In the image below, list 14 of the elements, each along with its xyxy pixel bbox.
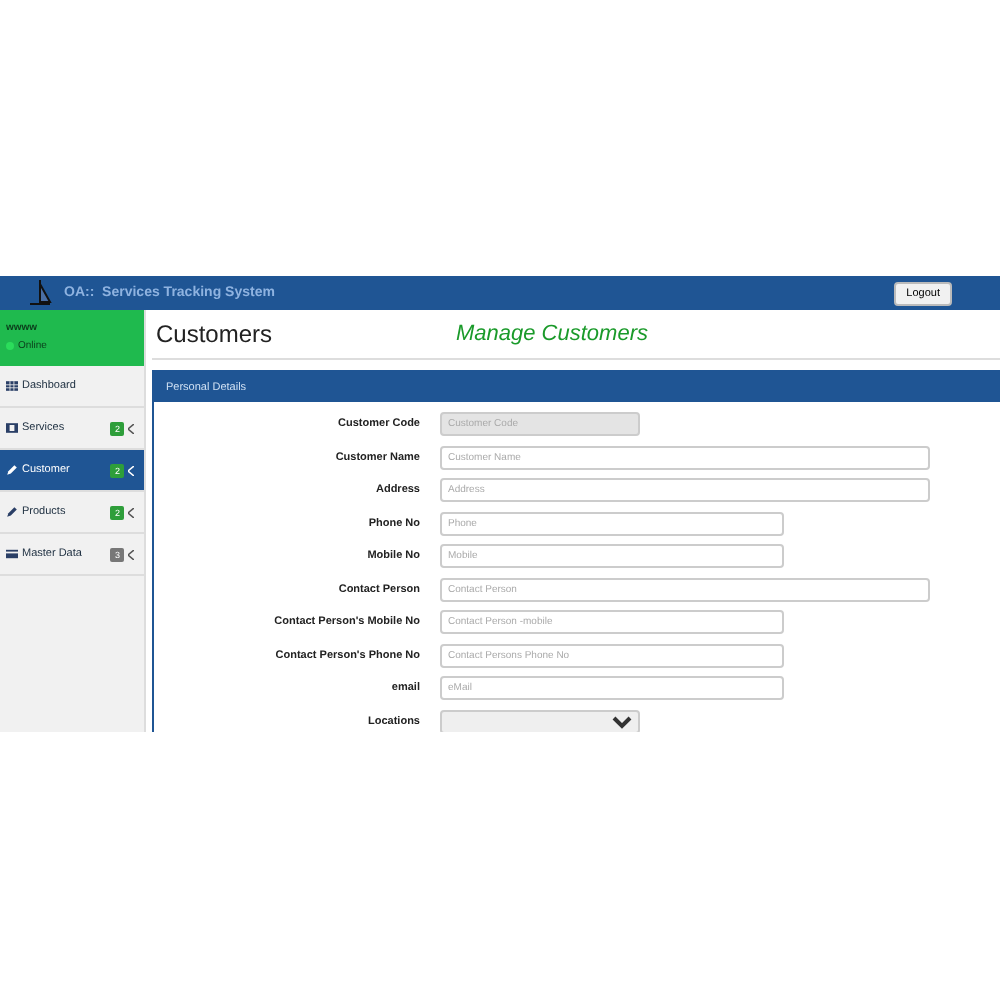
chevron-left-icon <box>128 549 134 559</box>
table-icon <box>6 380 18 392</box>
chevron-left-icon <box>128 423 134 433</box>
film-icon <box>6 422 18 434</box>
chevron-left-icon <box>128 507 134 517</box>
sailboat-logo-icon <box>28 279 52 307</box>
status-dot <box>6 342 14 350</box>
page-subtitle: Manage Customers <box>456 322 648 346</box>
card-icon <box>6 548 18 560</box>
pencil-icon <box>6 506 18 518</box>
select-field[interactable] <box>440 709 640 732</box>
chevron-left-icon <box>128 465 134 475</box>
pencil-icon <box>6 464 18 476</box>
page-title: Customers <box>154 320 275 348</box>
